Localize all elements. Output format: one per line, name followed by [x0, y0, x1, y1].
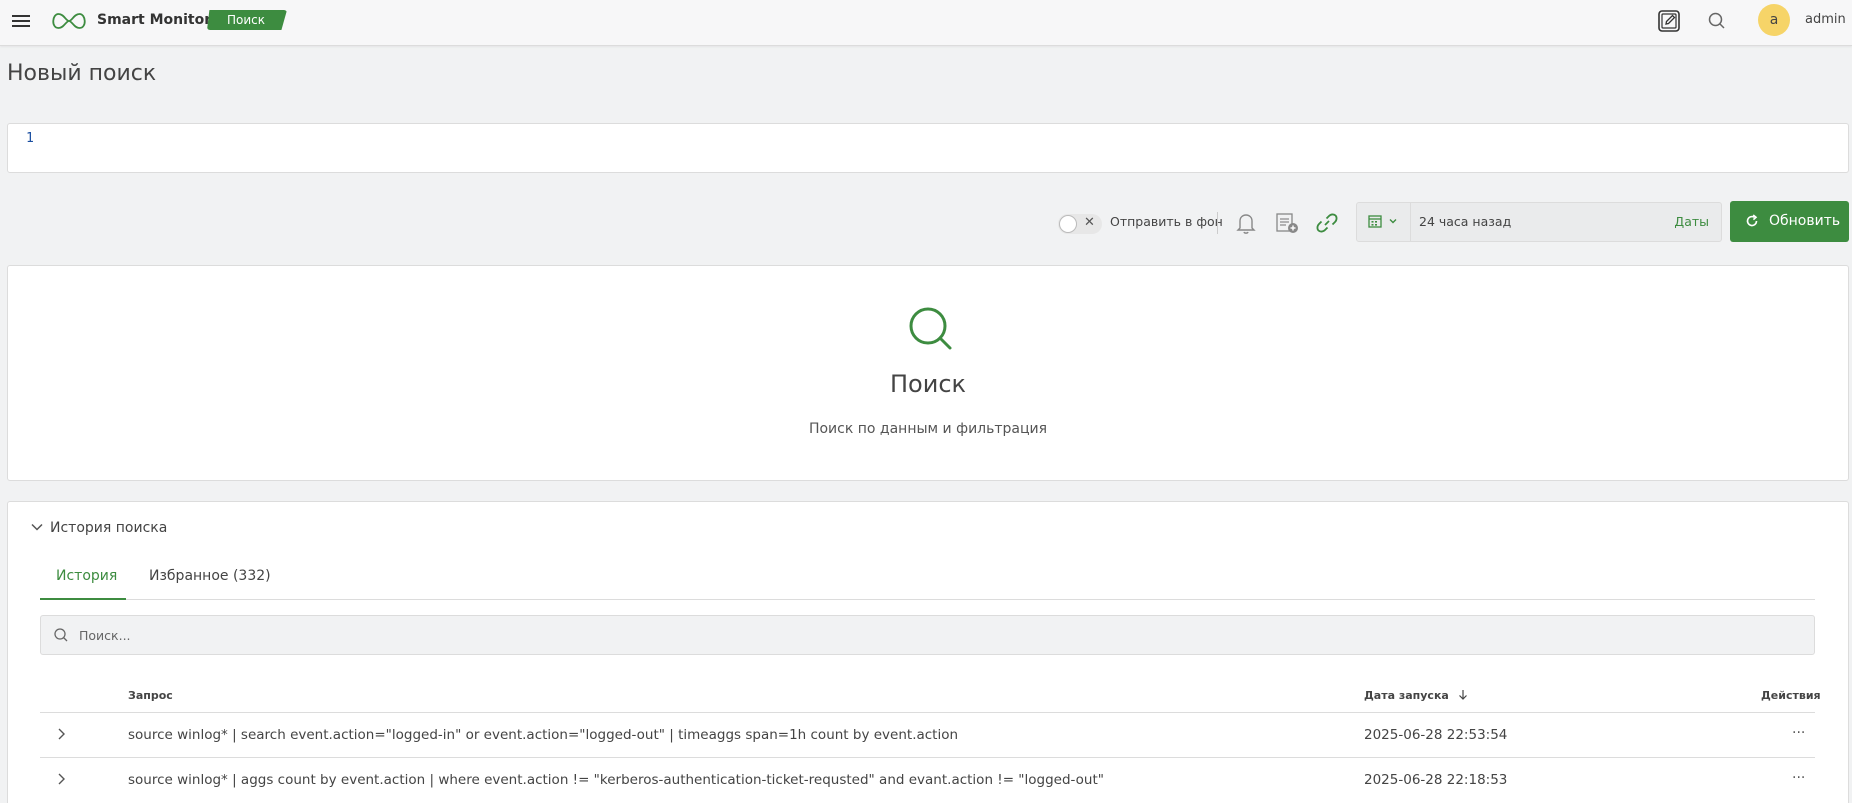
logo-icon	[52, 13, 86, 29]
avatar[interactable]: a	[1758, 4, 1790, 36]
background-label: Отправить в фон	[1110, 214, 1223, 229]
query-editor[interactable]: 1	[7, 123, 1849, 173]
search-placeholder-panel: Поиск Поиск по данным и фильтрация	[7, 265, 1849, 481]
column-header-date[interactable]: Дата запуска	[1364, 689, 1469, 702]
username[interactable]: admin	[1805, 12, 1846, 27]
tab-history[interactable]: История	[56, 568, 117, 584]
query-cell[interactable]: source winlog* | search event.action="lo…	[128, 727, 958, 743]
column-header-actions: Действия	[1761, 689, 1821, 702]
row-actions-button[interactable]: ···	[1792, 770, 1805, 786]
history-search-input[interactable]	[79, 625, 1779, 645]
query-cell[interactable]: source winlog* | aggs count by event.act…	[128, 772, 1104, 788]
arrow-down-icon	[1458, 690, 1467, 700]
search-icon	[54, 628, 68, 642]
date-cell: 2025-06-28 22:53:54	[1364, 727, 1508, 743]
chevron-down-icon	[31, 523, 43, 531]
history-header[interactable]: История поиска	[30, 520, 167, 536]
chevron-right-icon[interactable]	[54, 727, 68, 741]
time-range-value[interactable]: 24 часа назад	[1419, 214, 1511, 229]
row-actions-button[interactable]: ···	[1792, 725, 1805, 741]
chevron-right-icon[interactable]	[54, 772, 68, 786]
tab-favorites[interactable]: Избранное (332)	[149, 568, 271, 584]
search-icon	[909, 307, 952, 350]
table-row: source winlog* | search event.action="lo…	[40, 712, 1815, 757]
history-title: История поиска	[50, 520, 168, 536]
empty-title: Поиск	[889, 370, 967, 398]
date-range-picker: 24 часа назад Даты	[1356, 202, 1722, 242]
close-icon: ✕	[1084, 215, 1095, 230]
top-bar: Smart Monitor Поиск a admin	[0, 0, 1852, 46]
calendar-icon[interactable]	[1357, 203, 1411, 241]
history-tabs: История Избранное (332)	[40, 552, 1815, 600]
table-row: source winlog* | aggs count by event.act…	[40, 757, 1815, 802]
history-search	[40, 615, 1815, 655]
refresh-label: Обновить	[1769, 213, 1841, 229]
report-add-icon[interactable]	[1274, 210, 1300, 236]
search-icon[interactable]	[1705, 9, 1729, 33]
empty-subtitle: Поиск по данным и фильтрация	[808, 421, 1048, 437]
link-icon[interactable]	[1314, 210, 1340, 236]
page-title: Новый поиск	[7, 61, 157, 86]
line-number: 1	[26, 131, 34, 146]
divider	[1217, 212, 1218, 234]
background-toggle[interactable]: ✕	[1058, 214, 1102, 234]
date-cell: 2025-06-28 22:18:53	[1364, 772, 1508, 788]
bell-icon[interactable]	[1233, 210, 1259, 236]
column-header-date-label: Дата запуска	[1364, 689, 1449, 702]
edit-icon[interactable]	[1657, 9, 1681, 33]
search-history-panel: История поиска История Избранное (332) З…	[7, 501, 1849, 803]
section-tag: Поиск	[207, 10, 288, 30]
refresh-icon	[1746, 214, 1758, 227]
refresh-button[interactable]: Обновить	[1730, 201, 1849, 242]
column-header-query: Запрос	[128, 689, 173, 702]
toggle-knob	[1059, 215, 1077, 233]
active-tab-indicator	[40, 598, 126, 600]
dates-link[interactable]: Даты	[1674, 214, 1709, 229]
menu-icon[interactable]	[12, 12, 30, 28]
brand-name: Smart Monitor	[97, 12, 212, 28]
